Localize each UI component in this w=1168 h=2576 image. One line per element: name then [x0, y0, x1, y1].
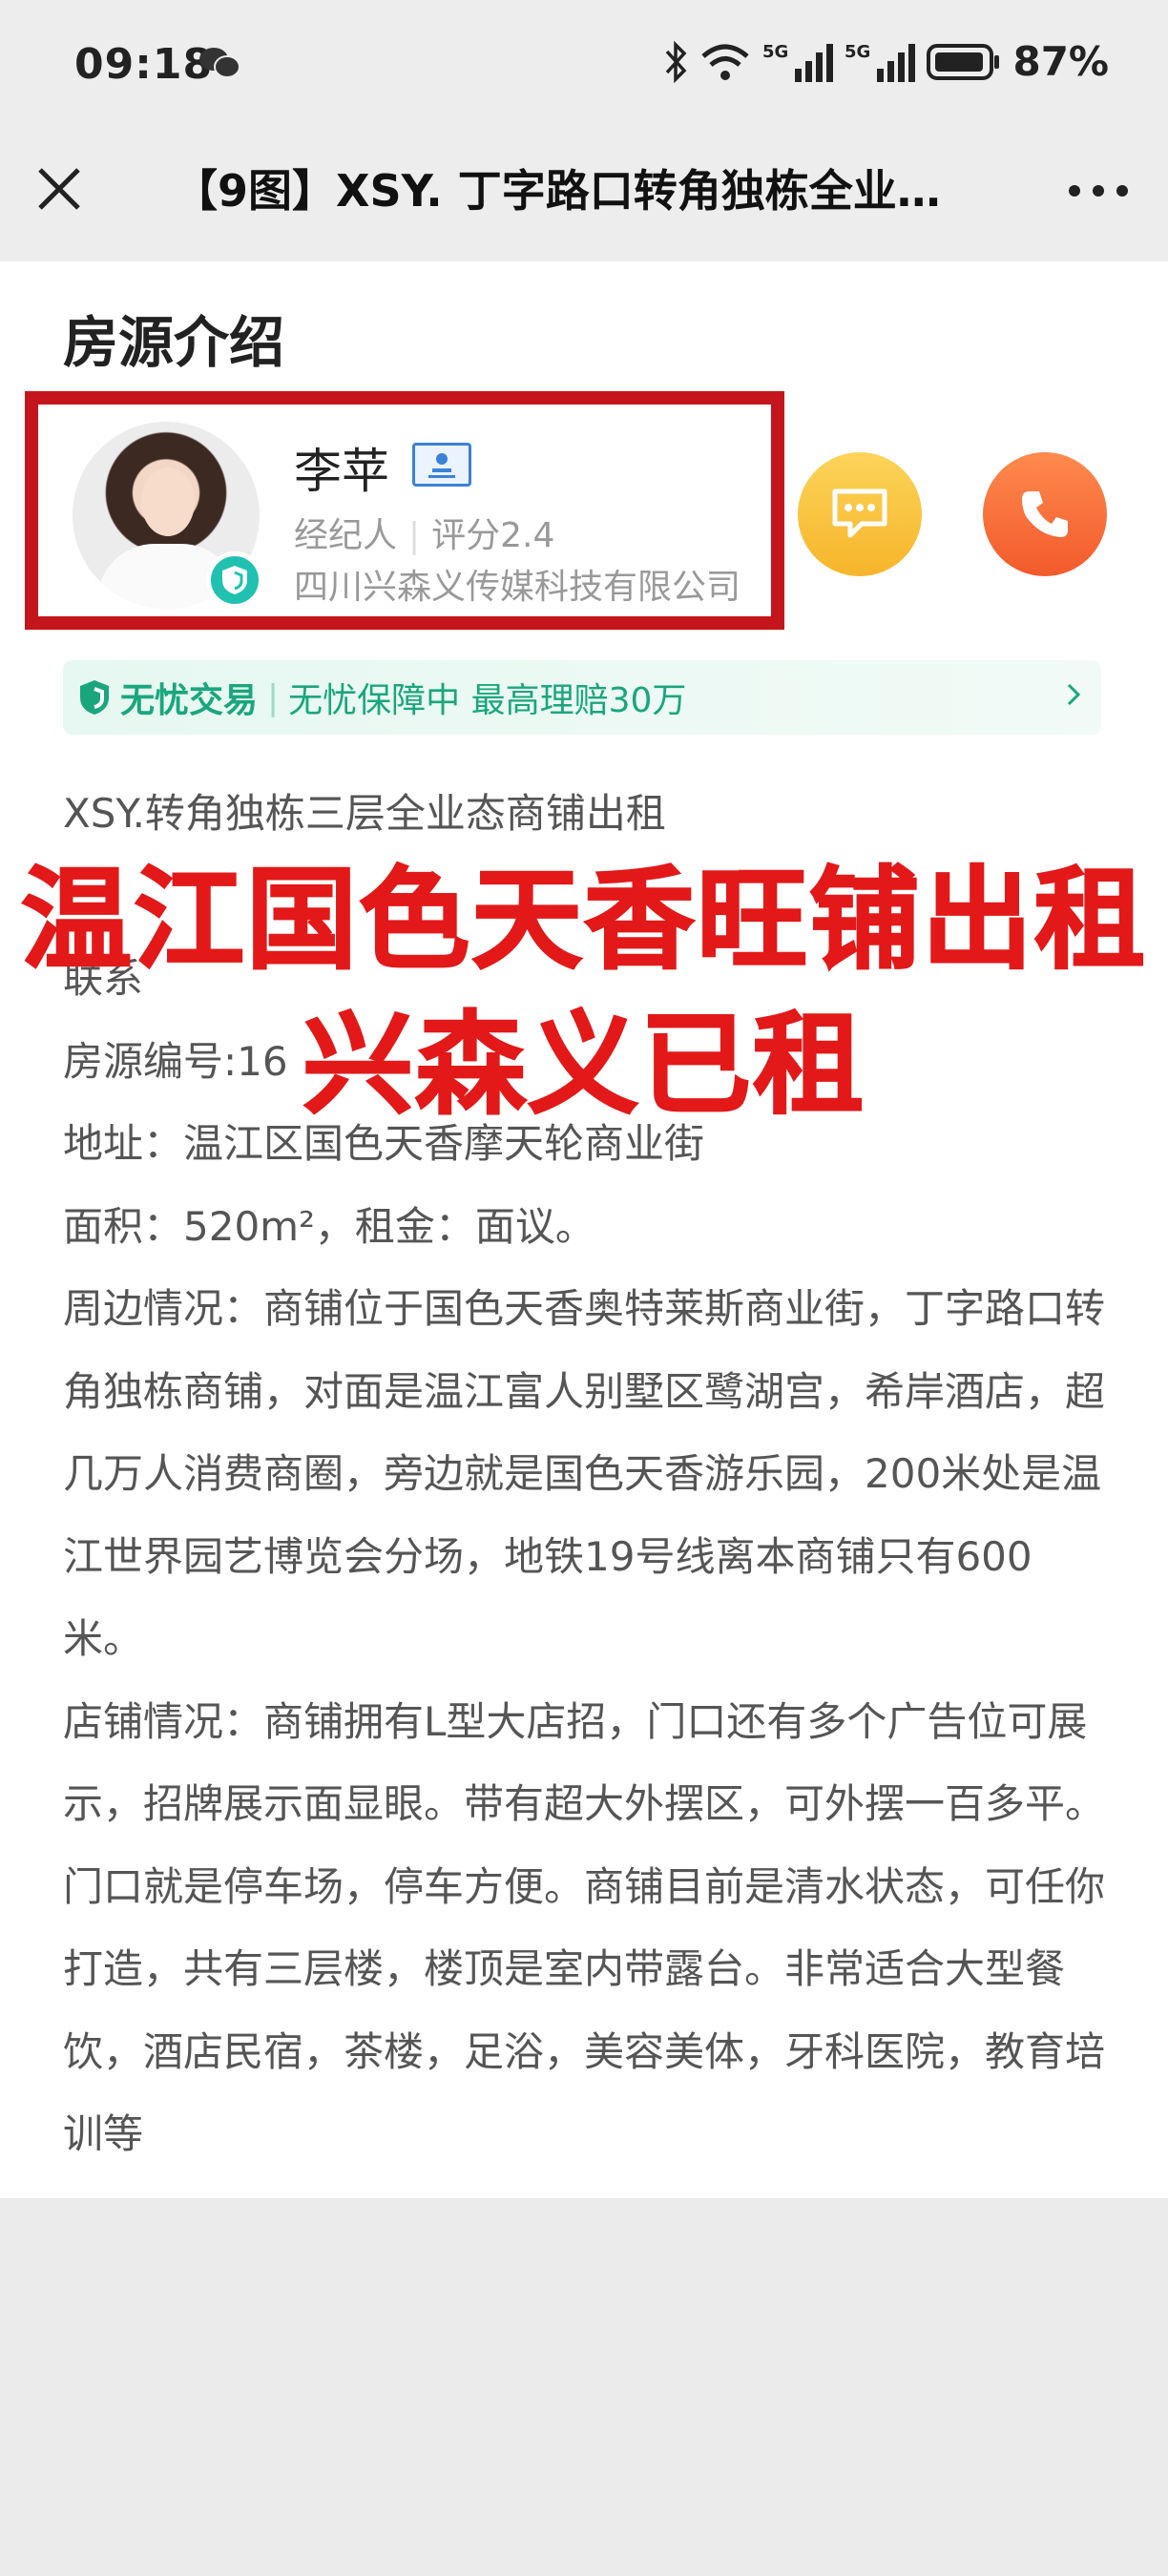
business-card-icon[interactable] [412, 443, 471, 487]
chat-icon [832, 488, 887, 538]
bottom-panel [0, 2198, 1168, 2576]
desc-line: XSY.转角独栋三层全业态商铺出租 [63, 790, 666, 837]
agent-name: 李苹 [294, 444, 389, 499]
battery-icon [927, 43, 1000, 80]
chevron-right-icon [1067, 683, 1081, 706]
desc-line: 周边情况：商铺位于国色天香奥特莱斯商业街，丁字路口转角独栋商铺，对面是温江富人别… [63, 1285, 1106, 1662]
5g-signal-icon: 5G [845, 42, 916, 82]
guarantee-banner[interactable]: 无忧交易 | 无忧保障中 最高理赔30万 [63, 660, 1101, 735]
battery-percent: 87% [1012, 38, 1109, 85]
desc-line: 面积：520m²，租金：面议。 [63, 1202, 595, 1250]
desc-line: 店铺情况：商铺拥有L型大店招，门口还有多个广告位可展示，招牌展示面显眼。带有超大… [63, 1697, 1106, 2158]
bluetooth-icon [666, 40, 687, 83]
guarantee-brand: 无忧交易 [120, 681, 259, 720]
shield-icon [80, 680, 109, 715]
wechat-icon [199, 48, 240, 78]
close-icon[interactable] [32, 162, 86, 216]
agent-role-line: 经纪人 | 评分2.4 [294, 508, 554, 557]
status-icons: 5G 5G 87% [663, 38, 1109, 85]
divider: | [408, 516, 421, 555]
more-icon[interactable] [1065, 172, 1132, 210]
watermark-line-1: 温江国色天香旺铺出租 [20, 856, 1147, 985]
agent-role: 经纪人 [294, 516, 398, 555]
watermark-line-2: 兴森义已租 [302, 1001, 866, 1130]
svg-text:5G: 5G [762, 42, 788, 62]
agent-rating: 评分2.4 [431, 516, 555, 555]
page-title: 【9图】XSY. 丁字路口转角独栋全业… [174, 165, 941, 217]
5g-signal-icon: 5G [762, 42, 834, 82]
divider: | [267, 677, 280, 717]
status-time: 09:18 [74, 40, 214, 89]
call-button[interactable] [983, 452, 1107, 576]
phone-icon [1022, 491, 1068, 537]
section-title: 房源介绍 [63, 310, 285, 375]
avatar-face [141, 467, 195, 536]
agent-card[interactable]: 李苹 经纪人 | 评分2.4 四川兴森义传媒科技有限公司 [25, 391, 784, 630]
agent-company: 四川兴森义传媒科技有限公司 [294, 568, 741, 607]
chat-button[interactable] [798, 452, 922, 576]
guarantee-text: 无忧保障中 最高理赔30万 [288, 681, 687, 720]
svg-text:5G: 5G [845, 42, 870, 62]
wifi-icon [701, 44, 750, 80]
content-fade [0, 2164, 1168, 2198]
verified-badge-icon [206, 551, 263, 609]
